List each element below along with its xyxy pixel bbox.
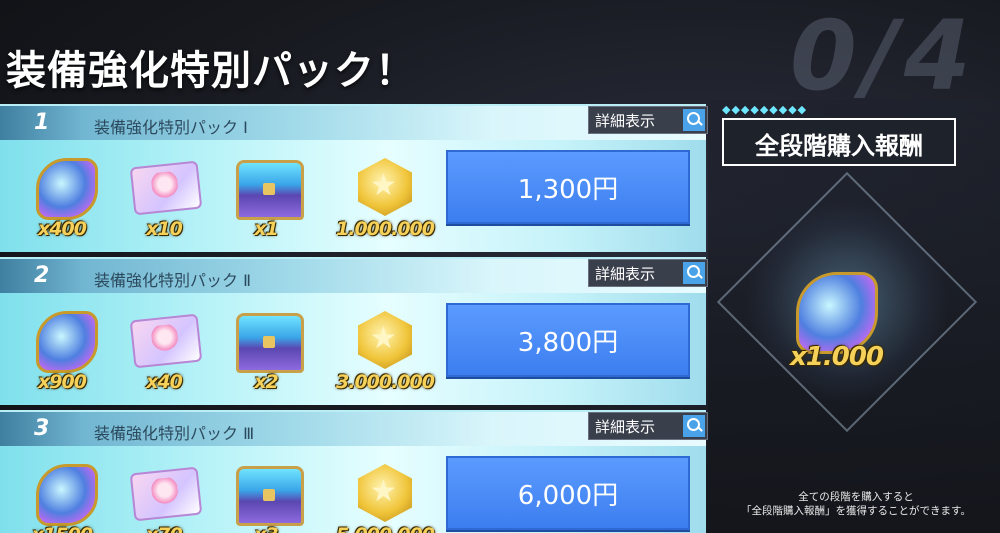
item-quantity: x40 xyxy=(146,371,183,393)
crystal-icon xyxy=(36,464,98,526)
search-icon xyxy=(683,109,705,131)
item-quantity: x2 xyxy=(254,371,278,393)
item-quantity: x1500 xyxy=(22,524,102,533)
detail-button[interactable]: 詳細表示 xyxy=(588,106,708,134)
item-crystal: x400 xyxy=(22,154,102,240)
reward-note: 全ての段階を購入すると 「全段階購入報酬」を獲得することができます。 xyxy=(718,490,994,518)
page-title: 装備強化特別パック！ xyxy=(6,48,416,94)
ticket-icon xyxy=(129,466,203,522)
pack-name: 装備強化特別パック Ⅱ xyxy=(94,271,251,290)
detail-button[interactable]: 詳細表示 xyxy=(588,412,708,440)
pack-header: 2 装備強化特別パック Ⅱ 詳細表示 xyxy=(0,257,708,295)
reward-note-line1: 全ての段階を購入すると xyxy=(798,491,914,503)
item-quantity: x10 xyxy=(146,218,183,240)
purchase-button[interactable]: 6,000円 xyxy=(446,456,690,530)
item-crystal: x900 xyxy=(22,307,102,393)
pack-number: 1 xyxy=(34,110,50,135)
detail-button-label: 詳細表示 xyxy=(595,265,656,283)
reward-title: 全段階購入報酬 xyxy=(755,132,923,160)
item-chest: x2 xyxy=(226,307,306,393)
item-ticket: x10 xyxy=(124,154,204,240)
price-label: 6,000円 xyxy=(517,481,619,511)
search-icon xyxy=(683,415,705,437)
detail-button-label: 詳細表示 xyxy=(595,112,656,130)
progress-counter: 0/4 xyxy=(790,0,977,112)
item-quantity: x900 xyxy=(38,371,87,393)
chest-icon xyxy=(236,466,304,526)
reward-title-box: 全段階購入報酬 xyxy=(722,118,956,166)
detail-button-label: 詳細表示 xyxy=(595,418,656,436)
pack-number: 2 xyxy=(34,263,50,288)
reward-quantity: x1.000 xyxy=(790,342,884,372)
reward-note-line2: 「全段階購入報酬」を獲得することができます。 xyxy=(741,505,971,517)
pack-number-box: 3 xyxy=(0,412,80,448)
pack-number: 3 xyxy=(34,416,50,441)
pack-name: 装備強化特別パック Ⅲ xyxy=(94,424,255,443)
coin-icon xyxy=(358,311,412,369)
price-label: 1,300円 xyxy=(517,175,619,205)
price-label: 3,800円 xyxy=(517,328,619,358)
pack-card-1: 1 装備強化特別パック Ⅰ 詳細表示 x400 x10 x1 1.000.000… xyxy=(0,104,710,252)
item-coin: 3.000.000 xyxy=(330,307,440,393)
item-ticket: x70 xyxy=(124,460,204,533)
coin-icon xyxy=(358,464,412,522)
item-crystal: x1500 xyxy=(22,460,102,533)
pack-body: x900 x40 x2 3.000.000 3,800円 xyxy=(0,293,706,405)
pack-body: x1500 x70 x3 5.000.000 6,000円 xyxy=(0,446,706,533)
item-chest: x1 xyxy=(226,154,306,240)
pack-header: 1 装備強化特別パック Ⅰ 詳細表示 xyxy=(0,104,708,142)
chest-icon xyxy=(236,160,304,220)
ticket-icon xyxy=(129,313,203,369)
pack-header: 3 装備強化特別パック Ⅲ 詳細表示 xyxy=(0,410,708,448)
coin-icon xyxy=(358,158,412,216)
item-chest: x3 xyxy=(226,460,306,533)
pack-body: x400 x10 x1 1.000.000 1,300円 xyxy=(0,140,706,252)
pack-name: 装備強化特別パック Ⅰ xyxy=(94,118,248,137)
crystal-icon xyxy=(36,311,98,373)
item-coin: 1.000.000 xyxy=(330,154,440,240)
pack-number-box: 1 xyxy=(0,106,80,142)
ticket-icon xyxy=(129,160,203,216)
item-quantity: x70 xyxy=(124,524,204,533)
chest-icon xyxy=(236,313,304,373)
pack-card-2: 2 装備強化特別パック Ⅱ 詳細表示 x900 x40 x2 3.000.000… xyxy=(0,257,710,405)
pack-number-box: 2 xyxy=(0,259,80,295)
search-icon xyxy=(683,262,705,284)
item-quantity: 3.000.000 xyxy=(336,371,435,393)
item-quantity: x3 xyxy=(226,524,306,533)
item-quantity: 5.000.000 xyxy=(330,524,440,533)
pack-card-3: 3 装備強化特別パック Ⅲ 詳細表示 x1500 x70 x3 5.000.00… xyxy=(0,410,710,533)
item-quantity: 1.000.000 xyxy=(336,218,435,240)
detail-button[interactable]: 詳細表示 xyxy=(588,259,708,287)
item-ticket: x40 xyxy=(124,307,204,393)
purchase-button[interactable]: 1,300円 xyxy=(446,150,690,224)
crystal-icon xyxy=(36,158,98,220)
purchase-button[interactable]: 3,800円 xyxy=(446,303,690,377)
item-coin: 5.000.000 xyxy=(330,460,440,533)
item-quantity: x400 xyxy=(38,218,87,240)
item-quantity: x1 xyxy=(254,218,278,240)
diamond-decoration-icon: ◆◆◆◆◆◆◆◆◆ xyxy=(722,103,808,116)
